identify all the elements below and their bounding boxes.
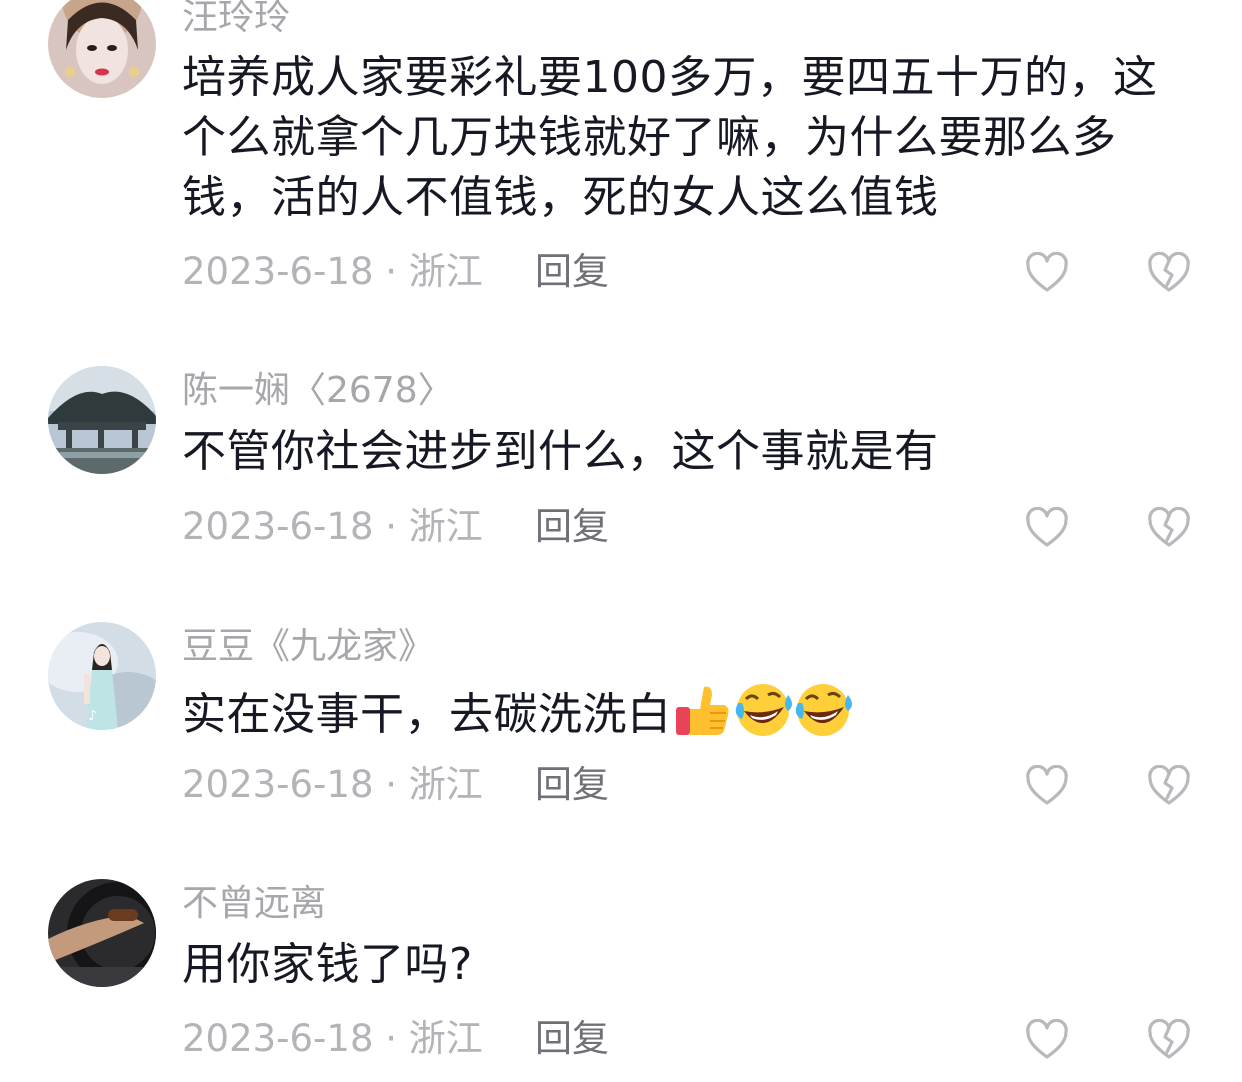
- reply-button[interactable]: 回复: [535, 763, 609, 807]
- comment-content-line: 个么就拿个几万块钱就好了嘛，为什么要那么多: [182, 112, 1117, 163]
- reply-button[interactable]: 回复: [535, 250, 609, 294]
- avatar[interactable]: [48, 879, 156, 987]
- comment-username[interactable]: 不曾远离: [182, 882, 326, 926]
- avatar[interactable]: ♪: [48, 622, 156, 730]
- heart-outline-icon[interactable]: [1025, 252, 1069, 294]
- rolling-laughing-emoji-icon: [735, 684, 792, 736]
- comment-content-line: 实在没事干，去碳洗洗白: [182, 681, 1182, 745]
- comment-content: 培养成人家要彩礼要100多万，要四五十万的，这 个么就拿个几万块钱就好了嘛，为什…: [182, 48, 1182, 228]
- broken-heart-outline-icon[interactable]: [1147, 507, 1191, 549]
- broken-heart-outline-icon[interactable]: [1147, 252, 1191, 294]
- comment-date-location: 2023-6-18 · 浙江: [182, 505, 483, 548]
- heart-outline-icon[interactable]: [1025, 765, 1069, 807]
- comment-username[interactable]: 陈一娴〈2678〉: [182, 369, 454, 413]
- comment-content-line: 钱，活的人不值钱，死的女人这么值钱: [182, 172, 939, 223]
- comment-text: 实在没事干，去碳洗洗白: [182, 689, 672, 740]
- avatar[interactable]: [48, 366, 156, 474]
- rolling-laughing-emoji-icon: [795, 684, 852, 736]
- comment-content-line: 培养成人家要彩礼要100多万，要四五十万的，这: [182, 52, 1158, 103]
- broken-heart-outline-icon[interactable]: [1147, 1019, 1191, 1061]
- broken-heart-outline-icon[interactable]: [1147, 765, 1191, 807]
- comment-content-line: 不管你社会进步到什么，这个事就是有: [182, 426, 939, 477]
- comment-username[interactable]: 汪玲玲: [182, 0, 290, 40]
- heart-outline-icon[interactable]: [1025, 507, 1069, 549]
- comment-content-line: 用你家钱了吗?: [182, 939, 473, 990]
- comment-username[interactable]: 豆豆《九龙家》: [182, 625, 434, 669]
- heart-outline-icon[interactable]: [1025, 1019, 1069, 1061]
- svg-text:♪: ♪: [88, 708, 97, 724]
- comment-content: 用你家钱了吗?: [182, 935, 1182, 995]
- avatar[interactable]: [48, 0, 156, 98]
- comment-date-location: 2023-6-18 · 浙江: [182, 250, 483, 293]
- reply-button[interactable]: 回复: [535, 1017, 609, 1061]
- comment-date-location: 2023-6-18 · 浙江: [182, 1017, 483, 1060]
- thumbs-up-emoji-icon: [675, 686, 728, 735]
- reply-button[interactable]: 回复: [535, 505, 609, 549]
- comment-date-location: 2023-6-18 · 浙江: [182, 763, 483, 806]
- comment-content: 实在没事干，去碳洗洗白: [182, 681, 1182, 745]
- comment-content: 不管你社会进步到什么，这个事就是有: [182, 422, 1182, 482]
